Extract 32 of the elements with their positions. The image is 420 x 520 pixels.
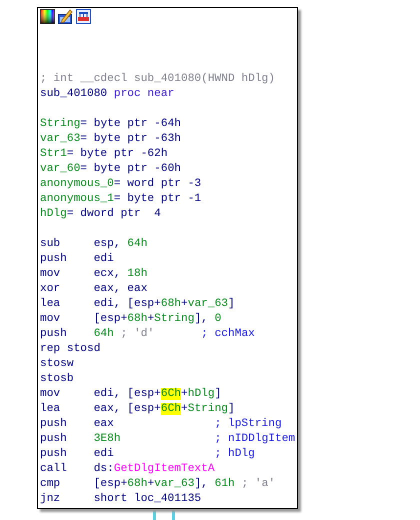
code-line: xor eax, eax [40,282,148,297]
code-line: sub_401080 proc near [40,87,174,102]
code-line: stosw [40,357,74,372]
code-line: mov edi, [esp+6Ch+hDlg] [40,387,222,402]
code-line: rep stosd [40,342,100,357]
edit-icon[interactable] [58,9,73,24]
code-line: push 64h ; 'd' ; cchMax [40,327,255,342]
code-line: anonymous_0= word ptr -3 [40,177,202,192]
code-line: Str1= byte ptr -62h [40,147,168,162]
code-line: mov [esp+68h+String], 0 [40,312,222,327]
connector-line [153,510,156,520]
code-line: sub esp, 64h [40,237,148,252]
palette-icon[interactable] [40,9,55,24]
code-line: ; int __cdecl sub_401080(HWND hDlg) [40,72,275,87]
code-line: cmp [esp+68h+var_63], 61h ; 'a' [40,477,276,492]
code-line: anonymous_1= byte ptr -1 [40,192,202,207]
code-line: var_63= byte ptr -63h [40,132,182,147]
code-line: lea edi, [esp+68h+var_63] [40,297,235,312]
code-line: push edi [40,252,114,267]
code-line: lea eax, [esp+6Ch+String] [40,402,235,417]
code-line: mov ecx, 18h [40,267,148,282]
code-line: push edi ; hDlg [40,447,255,462]
code-line: var_60= byte ptr -60h [40,162,182,177]
connector-line [172,510,175,520]
code-line: jnz short loc_401135 [40,492,202,507]
code-line: push eax ; lpString [40,417,282,432]
code-line: hDlg= dword ptr 4 [40,207,161,222]
code-line: String= byte ptr -64h [40,117,182,132]
code-line: stosb [40,372,74,387]
code-line: push 3E8h ; nIDDlgItem [40,432,296,447]
code-line: call ds:GetDlgItemTextA [40,462,215,477]
graph-icon[interactable] [76,9,91,24]
